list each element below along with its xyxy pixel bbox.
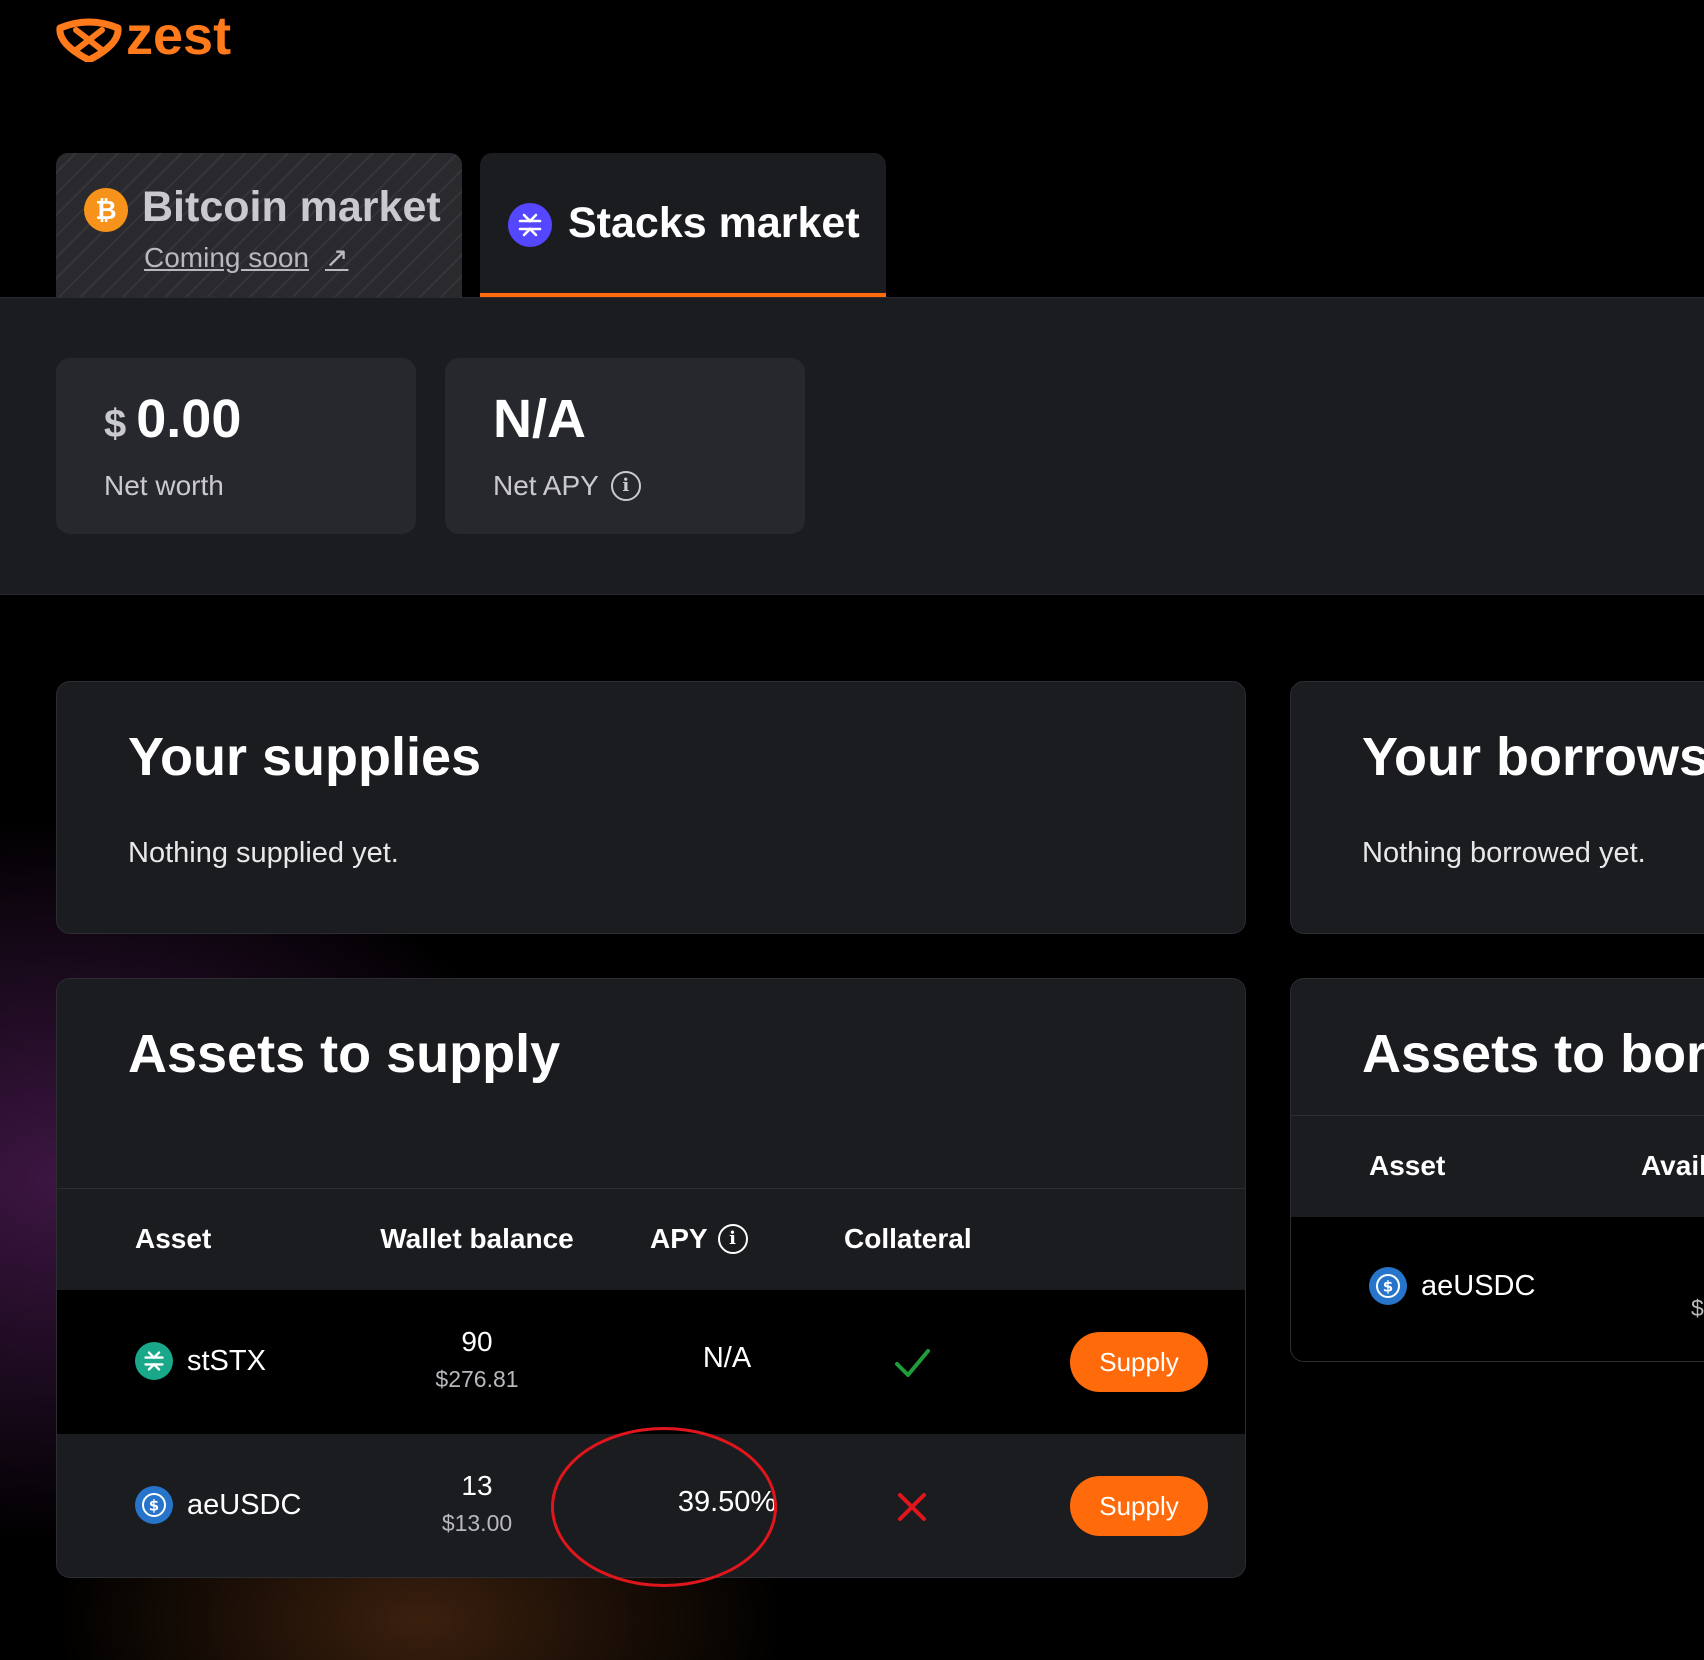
zest-logo-icon bbox=[56, 18, 122, 62]
stacks-icon bbox=[508, 203, 552, 247]
net-apy-label: Net APY i bbox=[493, 470, 641, 502]
your-supplies-title: Your supplies bbox=[128, 727, 482, 787]
wallet-balance-cell: 13 $13.00 bbox=[357, 1434, 597, 1537]
assets-to-supply-title: Assets to supply bbox=[128, 1024, 561, 1084]
assets-to-borrow-title: Assets to borrow bbox=[1362, 1024, 1704, 1084]
apy-cell: N/A bbox=[702, 1342, 752, 1374]
svg-text:₿: ₿ bbox=[95, 196, 116, 225]
apy-cell: 39.50% bbox=[677, 1486, 777, 1518]
tab-bitcoin-market[interactable]: ₿ Bitcoin market Coming soon ↗ bbox=[56, 153, 462, 297]
coming-soon-link[interactable]: Coming soon ↗ bbox=[144, 241, 348, 274]
bitcoin-icon: ₿ bbox=[84, 188, 128, 232]
asset-name: stSTX bbox=[187, 1344, 266, 1377]
header-collateral: Collateral bbox=[844, 1223, 972, 1254]
cross-icon bbox=[898, 1493, 926, 1521]
supply-button[interactable]: Supply bbox=[1070, 1476, 1208, 1536]
your-borrows-title: Your borrows bbox=[1362, 727, 1704, 787]
header-asset: Asset bbox=[1369, 1150, 1446, 1181]
external-link-icon: ↗ bbox=[324, 242, 349, 273]
supply-button[interactable]: Supply bbox=[1070, 1332, 1208, 1392]
assets-to-supply-card: Assets to supply Asset Wallet balance AP… bbox=[56, 978, 1246, 1578]
header-apy-text: APY bbox=[650, 1223, 708, 1254]
supply-table-header: Asset Wallet balance APY i Collateral bbox=[57, 1188, 1245, 1290]
market-tabs: ₿ Bitcoin market Coming soon ↗ Stacks ma… bbox=[0, 153, 1704, 297]
net-apy-card: N/A Net APY i bbox=[445, 358, 805, 534]
assets-to-borrow-card: Assets to borrow Asset Available $ aeUSD… bbox=[1290, 978, 1704, 1362]
balance-amount: 90 bbox=[461, 1326, 493, 1357]
net-worth-amount: 0.00 bbox=[136, 389, 242, 449]
net-apy-label-text: Net APY bbox=[493, 470, 599, 501]
asset-name: aeUSDC bbox=[187, 1488, 302, 1521]
available-usd: $ bbox=[1691, 1295, 1704, 1321]
net-worth-value: $ 0.00 bbox=[104, 388, 241, 450]
check-icon bbox=[895, 1349, 930, 1377]
asset-cell: stSTX bbox=[135, 1342, 266, 1380]
coming-soon-text: Coming soon bbox=[144, 241, 309, 273]
wallet-balance-cell: 90 $276.81 bbox=[357, 1290, 597, 1393]
stats-band: $ 0.00 Net worth N/A Net APY i bbox=[0, 297, 1704, 595]
ststx-icon bbox=[135, 1342, 173, 1380]
borrows-empty-text: Nothing borrowed yet. bbox=[1362, 837, 1646, 869]
table-row: stSTX 90 $276.81 N/A Supply bbox=[57, 1290, 1245, 1434]
net-apy-value: N/A bbox=[493, 388, 586, 450]
asset-name: aeUSDC bbox=[1421, 1269, 1536, 1302]
balance-usd: $13.00 bbox=[441, 1510, 513, 1536]
header-asset: Asset bbox=[135, 1223, 212, 1254]
balance-amount: 13 bbox=[461, 1470, 493, 1501]
net-worth-label: Net worth bbox=[104, 470, 224, 502]
info-icon[interactable]: i bbox=[610, 471, 641, 501]
svg-text:$: $ bbox=[1383, 1278, 1393, 1296]
app-page: zest ₿ Bitcoin market Coming soon ↗ Stac… bbox=[0, 0, 1704, 1660]
balance-usd: $276.81 bbox=[435, 1366, 519, 1392]
asset-cell: $ aeUSDC bbox=[135, 1486, 301, 1524]
header-apy: APY i bbox=[650, 1223, 748, 1255]
supplies-empty-text: Nothing supplied yet. bbox=[128, 837, 399, 869]
tab-bitcoin-label: Bitcoin market bbox=[142, 183, 441, 231]
usdc-icon: $ bbox=[1369, 1267, 1407, 1305]
tab-stacks-label: Stacks market bbox=[568, 199, 860, 247]
net-apy-amount: N/A bbox=[493, 389, 586, 449]
asset-cell: $ aeUSDC bbox=[1369, 1267, 1535, 1305]
currency-symbol: $ bbox=[104, 402, 127, 446]
zest-logo[interactable]: zest bbox=[56, 9, 231, 66]
your-borrows-card: Your borrows Nothing borrowed yet. bbox=[1290, 681, 1704, 934]
header-available: Available bbox=[1641, 1150, 1704, 1181]
header-wallet-balance: Wallet balance bbox=[380, 1223, 574, 1254]
borrow-table-header: Asset Available bbox=[1291, 1115, 1704, 1217]
table-row: $ aeUSDC $ bbox=[1291, 1217, 1704, 1361]
brand-name: zest bbox=[126, 6, 232, 66]
info-icon[interactable]: i bbox=[717, 1224, 748, 1254]
your-supplies-card: Your supplies Nothing supplied yet. bbox=[56, 681, 1246, 934]
net-worth-card: $ 0.00 Net worth bbox=[56, 358, 416, 534]
net-worth-label-text: Net worth bbox=[104, 470, 224, 501]
tab-stacks-market[interactable]: Stacks market bbox=[480, 153, 886, 297]
svg-text:$: $ bbox=[149, 1497, 159, 1515]
table-row: $ aeUSDC 13 $13.00 39.50% Supply bbox=[57, 1434, 1245, 1577]
usdc-icon: $ bbox=[135, 1486, 173, 1524]
